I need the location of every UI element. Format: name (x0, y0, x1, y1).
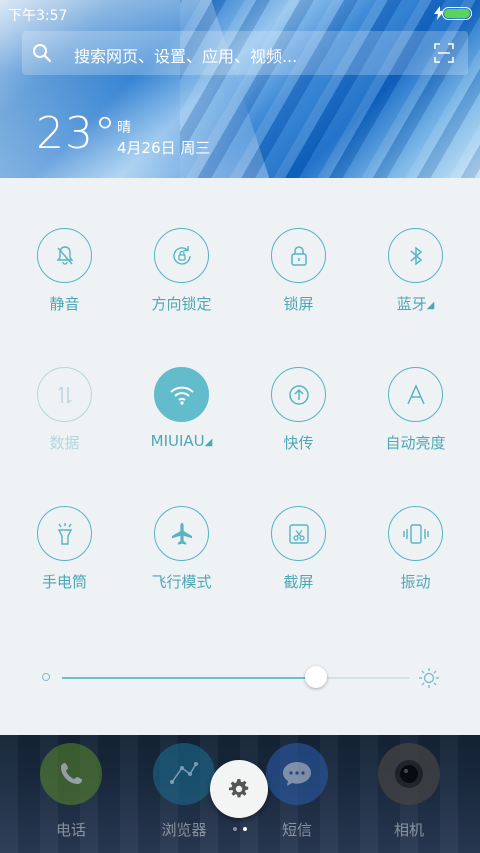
vibrate-icon (388, 506, 443, 561)
toggle-vibrate[interactable]: 振动 (357, 506, 474, 592)
quick-settings-panel: 静音 方向锁定 锁屏 蓝牙◢ 数据 MIUIAU◢ 快传 自动亮度 手电筒 飞行… (0, 178, 480, 735)
upload-icon (271, 367, 326, 422)
toggle-label-text: 蓝牙 (396, 295, 427, 313)
dock-app-camera[interactable]: 相机 (364, 743, 454, 840)
toggle-label: 快传 (283, 434, 314, 452)
status-bar: 下午3:57 (0, 0, 480, 28)
phone-icon (40, 743, 102, 805)
dock-app-label: 相机 (393, 821, 424, 839)
scan-icon[interactable] (434, 43, 454, 63)
toggle-screenshot[interactable]: 截屏 (240, 506, 357, 592)
gear-icon (229, 779, 249, 798)
dock-app-label: 短信 (281, 821, 312, 839)
toggle-label: 振动 (400, 573, 431, 591)
toggle-label: 锁屏 (283, 295, 314, 313)
toggle-label-with-arrow: 蓝牙◢ (357, 293, 474, 314)
screenshot-icon (271, 506, 326, 561)
toggle-label: 数据 (49, 434, 80, 452)
dock-app-label: 电话 (55, 821, 86, 839)
airplane-icon (154, 506, 209, 561)
data-arrows-icon (37, 367, 92, 422)
search-placeholder: 搜索网页、设置、应用、视频... (74, 47, 298, 66)
lock-icon (271, 228, 326, 283)
flashlight-icon (37, 506, 92, 561)
toggle-airplane-mode[interactable]: 飞行模式 (123, 506, 240, 592)
auto-brightness-icon (388, 367, 443, 422)
toggle-label-with-arrow: MIUIAU◢ (123, 432, 240, 450)
rotation-lock-icon (154, 228, 209, 283)
wifi-icon (154, 367, 209, 422)
toggle-lock-screen[interactable]: 锁屏 (240, 228, 357, 314)
brightness-thumb[interactable] (305, 666, 328, 688)
toggle-label-text: MIUIAU (150, 432, 205, 450)
battery-icon (442, 7, 472, 20)
toggle-label: 方向锁定 (151, 295, 212, 313)
sms-icon (266, 743, 328, 805)
toggle-label: 飞行模式 (151, 573, 212, 591)
toggle-mobile-data[interactable]: 数据 (6, 367, 123, 453)
toggle-label: 截屏 (283, 573, 314, 591)
toggle-bluetooth[interactable]: 蓝牙◢ (357, 228, 474, 314)
toggle-auto-brightness[interactable]: 自动亮度 (357, 367, 474, 453)
page-indicator (231, 827, 251, 833)
battery-level (444, 9, 470, 18)
browser-icon (153, 743, 215, 805)
page-dot-active (243, 827, 247, 831)
toggle-quick-transfer[interactable]: 快传 (240, 367, 357, 453)
date: 4月26日 周三 (117, 139, 211, 157)
weather-condition: 晴 (117, 120, 131, 136)
temperature: 23° (36, 108, 117, 159)
search-bar[interactable]: 搜索网页、设置、应用、视频... (22, 31, 468, 75)
toggle-silent[interactable]: 静音 (6, 228, 123, 314)
search-icon (33, 44, 52, 63)
expand-arrow-icon[interactable]: ◢ (205, 437, 213, 448)
toggle-wifi[interactable]: MIUIAU◢ (123, 367, 240, 450)
toggle-label: 静音 (49, 295, 80, 313)
brightness-slider[interactable] (0, 663, 480, 693)
toggle-label: 自动亮度 (385, 434, 446, 452)
settings-button[interactable] (210, 760, 268, 818)
bell-off-icon (37, 228, 92, 283)
brightness-track[interactable] (62, 666, 410, 688)
dock-app-phone[interactable]: 电话 (26, 743, 116, 840)
bluetooth-icon (388, 228, 443, 283)
sun-icon (419, 668, 439, 688)
toggle-flashlight[interactable]: 手电筒 (6, 506, 123, 592)
page-dot (233, 827, 237, 831)
toggle-label: 手电筒 (41, 573, 87, 591)
toggle-rotation-lock[interactable]: 方向锁定 (123, 228, 240, 314)
status-time: 下午3:57 (8, 8, 68, 24)
brightness-min-icon (42, 673, 50, 681)
brightness-fill (62, 677, 317, 679)
camera-icon (378, 743, 440, 805)
expand-arrow-icon[interactable]: ◢ (427, 300, 435, 311)
dock-app-label: 浏览器 (161, 821, 207, 839)
